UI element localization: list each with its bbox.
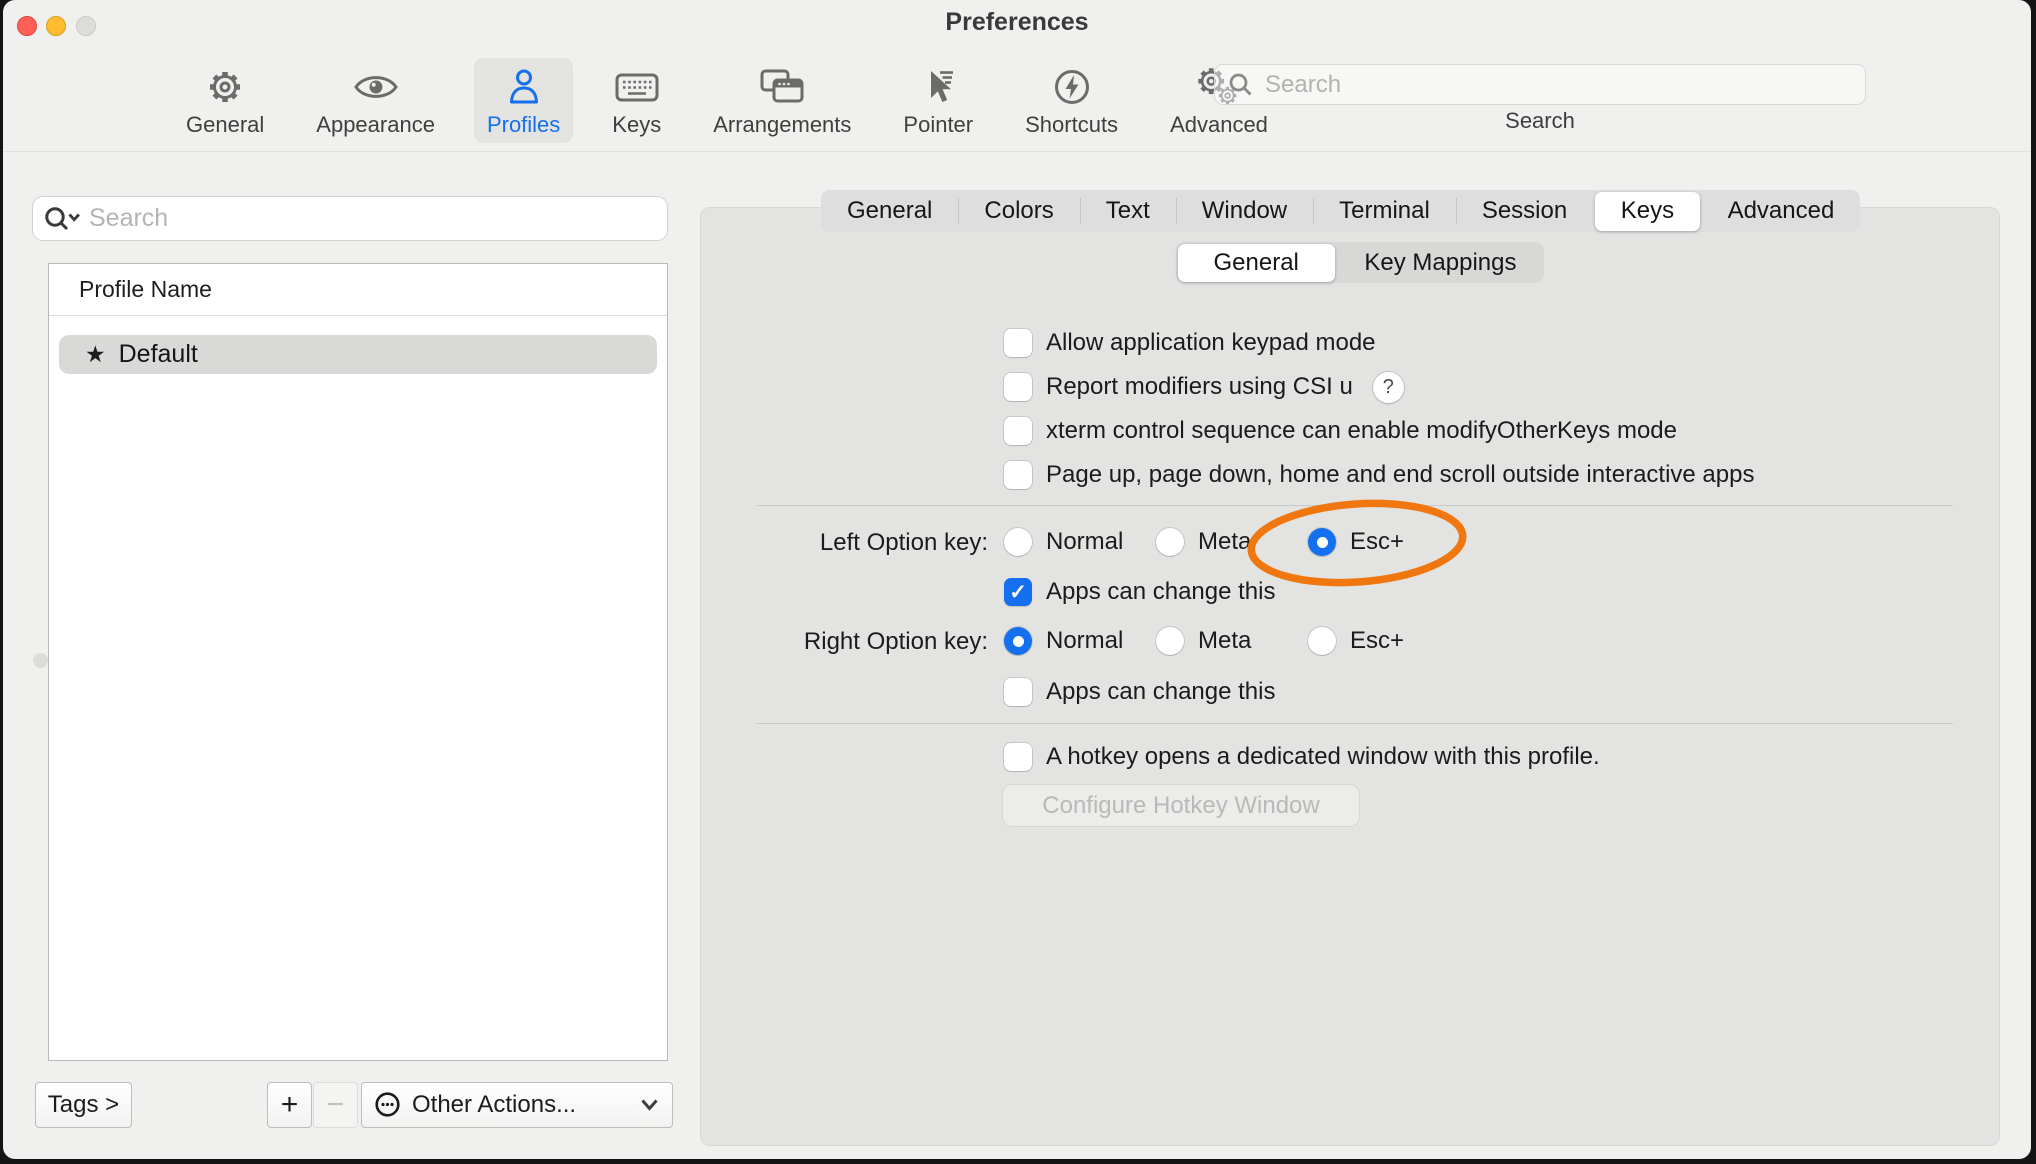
right-apps-can-change-row: Apps can change this bbox=[1004, 677, 1276, 707]
hotkey-checkbox[interactable] bbox=[1004, 743, 1032, 771]
preferences-window: Preferences General Appearance Profile bbox=[3, 0, 2031, 1159]
search-icon bbox=[1227, 71, 1255, 99]
left-apps-can-change-row: ✓ Apps can change this bbox=[1004, 577, 1276, 607]
add-profile-button[interactable]: + bbox=[267, 1082, 312, 1128]
search-filter-icon bbox=[43, 204, 81, 234]
tab-terminal[interactable]: Terminal bbox=[1313, 190, 1456, 232]
other-actions-label: Other Actions... bbox=[412, 1091, 576, 1119]
profile-list-header: Profile Name bbox=[49, 264, 667, 316]
keyboard-icon bbox=[615, 64, 659, 110]
left-option-esc-radio[interactable] bbox=[1308, 528, 1336, 556]
lightning-icon bbox=[1052, 64, 1092, 110]
ellipsis-circle-icon bbox=[374, 1091, 402, 1119]
left-option-normal: Normal bbox=[1004, 527, 1123, 557]
left-option-esc: Esc+ bbox=[1308, 527, 1404, 557]
tab-advanced[interactable]: Advanced bbox=[1702, 190, 1861, 232]
right-option-meta-radio[interactable] bbox=[1156, 627, 1184, 655]
left-option-meta-radio[interactable] bbox=[1156, 528, 1184, 556]
windows-icon bbox=[759, 64, 805, 110]
person-icon bbox=[504, 64, 544, 110]
right-option-normal-radio[interactable] bbox=[1004, 627, 1032, 655]
toolbar-item-arrangements[interactable]: Arrangements bbox=[700, 58, 864, 143]
tab-keys[interactable]: Keys bbox=[1595, 192, 1700, 231]
toolbar-search-placeholder: Search bbox=[1265, 71, 1341, 99]
configure-hotkey-window-button[interactable]: Configure Hotkey Window bbox=[1003, 785, 1359, 826]
toolbar-search-field[interactable]: Search bbox=[1214, 64, 1866, 105]
section-divider bbox=[757, 723, 1953, 724]
profile-list: Profile Name ★ Default bbox=[48, 263, 668, 1061]
toolbar-search-caption: Search bbox=[1214, 108, 1866, 134]
profile-row-default[interactable]: ★ Default bbox=[59, 335, 657, 374]
eye-icon bbox=[354, 64, 398, 110]
right-apps-can-change-checkbox[interactable] bbox=[1004, 678, 1032, 706]
window-title: Preferences bbox=[3, 8, 2031, 37]
csi-u-row: Report modifiers using CSI u ? bbox=[1004, 372, 1404, 402]
preferences-toolbar: General Appearance Profiles bbox=[173, 58, 1281, 143]
right-option-meta: Meta bbox=[1156, 626, 1251, 656]
tab-text[interactable]: Text bbox=[1080, 190, 1176, 232]
profile-tab-bar: General Colors Text Window Terminal Sess… bbox=[821, 190, 1860, 232]
modify-other-keys-row: xterm control sequence can enable modify… bbox=[1004, 416, 1677, 446]
tab-general[interactable]: General bbox=[821, 190, 958, 232]
right-option-esc: Esc+ bbox=[1308, 626, 1404, 656]
keypad-mode-checkbox[interactable] bbox=[1004, 329, 1032, 357]
profile-search-field[interactable]: Search bbox=[32, 196, 668, 241]
chevron-down-icon bbox=[640, 1098, 660, 1112]
hotkey-row: A hotkey opens a dedicated window with t… bbox=[1004, 742, 1600, 772]
gear-icon bbox=[205, 64, 245, 110]
scroll-outside-apps-row: Page up, page down, home and end scroll … bbox=[1004, 460, 1754, 490]
tab-colors[interactable]: Colors bbox=[958, 190, 1079, 232]
tab-session[interactable]: Session bbox=[1456, 190, 1593, 232]
toolbar-item-shortcuts[interactable]: Shortcuts bbox=[1012, 58, 1131, 143]
left-option-normal-radio[interactable] bbox=[1004, 528, 1032, 556]
keys-subtab-bar: General Key Mappings bbox=[1176, 242, 1544, 283]
right-option-esc-radio[interactable] bbox=[1308, 627, 1336, 655]
profile-search-placeholder: Search bbox=[89, 204, 168, 233]
toolbar-item-profiles[interactable]: Profiles bbox=[474, 58, 573, 143]
star-icon: ★ bbox=[85, 343, 106, 366]
keypad-mode-row: Allow application keypad mode bbox=[1004, 328, 1376, 358]
modify-other-keys-checkbox[interactable] bbox=[1004, 417, 1032, 445]
tags-button[interactable]: Tags > bbox=[35, 1082, 132, 1128]
cursor-icon bbox=[918, 64, 958, 110]
splitter-handle-dot bbox=[33, 653, 48, 668]
scroll-outside-apps-checkbox[interactable] bbox=[1004, 461, 1032, 489]
left-apps-can-change-checkbox[interactable]: ✓ bbox=[1004, 578, 1032, 606]
remove-profile-button[interactable]: − bbox=[313, 1082, 358, 1128]
other-actions-dropdown[interactable]: Other Actions... bbox=[361, 1082, 673, 1128]
csi-u-checkbox[interactable] bbox=[1004, 373, 1032, 401]
subtab-key-mappings[interactable]: Key Mappings bbox=[1336, 242, 1544, 283]
left-option-key-label: Left Option key: bbox=[640, 529, 988, 557]
tab-window[interactable]: Window bbox=[1176, 190, 1313, 232]
toolbar-item-appearance[interactable]: Appearance bbox=[303, 58, 448, 143]
right-option-key-label: Right Option key: bbox=[640, 628, 988, 656]
help-button[interactable]: ? bbox=[1373, 372, 1404, 403]
toolbar-item-pointer[interactable]: Pointer bbox=[890, 58, 986, 143]
toolbar-item-keys[interactable]: Keys bbox=[599, 58, 674, 143]
right-option-normal: Normal bbox=[1004, 626, 1123, 656]
left-option-meta: Meta bbox=[1156, 527, 1251, 557]
section-divider bbox=[757, 505, 1953, 506]
profile-name: Default bbox=[119, 340, 198, 369]
subtab-general[interactable]: General bbox=[1178, 244, 1335, 282]
toolbar-divider bbox=[3, 151, 2031, 152]
toolbar-item-general[interactable]: General bbox=[173, 58, 277, 143]
